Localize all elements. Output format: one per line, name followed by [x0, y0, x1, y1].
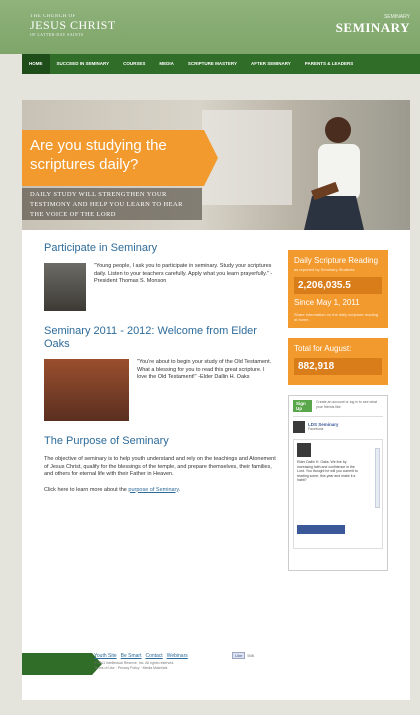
august-title: Total for August: — [294, 344, 352, 353]
brand-small: SEMINARY — [383, 14, 410, 20]
like-count: 506 — [247, 653, 255, 658]
facebook-post-image[interactable] — [297, 525, 345, 534]
sidebar: Daily Scripture Reading as reported by S… — [288, 250, 388, 571]
footer-legal-links[interactable]: Terms of Use · Privacy Policy · Media Ma… — [94, 666, 174, 671]
church-logo[interactable]: THE CHURCH OF JESUS CHRIST OF LATTER-DAY… — [30, 14, 116, 37]
logo-line2: JESUS CHRIST — [30, 18, 116, 32]
page-content: Are you studying the scriptures daily? D… — [22, 100, 410, 700]
site-footer: Youth Site Be Smart Contact Webinars Lik… — [22, 645, 410, 690]
logo-line3: OF LATTER-DAY SAINTS — [30, 32, 84, 37]
footer-link-youth-site[interactable]: Youth Site — [94, 653, 117, 659]
scripture-since: Since May 1, 2011 — [294, 298, 360, 307]
facebook-signup-row: Sign Up Create an account or log in to s… — [293, 400, 383, 412]
footer-link-contact[interactable]: Contact — [145, 653, 162, 659]
facebook-post-avatar — [297, 443, 311, 457]
nav-scripture-mastery[interactable]: SCRIPTURE MASTERY — [181, 54, 244, 74]
scripture-count: 2,206,035.5 — [294, 277, 382, 294]
logo-line1: THE CHURCH OF — [30, 14, 76, 19]
monson-quote: "Young people, I ask you to participate … — [94, 263, 273, 284]
footer-like: Like 506 — [232, 652, 254, 659]
hero-title: Are you studying the scriptures daily? — [30, 137, 167, 173]
facebook-scrollbar[interactable] — [375, 448, 380, 508]
facebook-widget: Sign Up Create an account or log in to s… — [288, 395, 388, 571]
facebook-post: Elder Dallin H. Oaks: We live by increas… — [293, 439, 383, 549]
purpose-click-suffix: . — [178, 486, 181, 493]
facebook-signup-button[interactable]: Sign Up — [293, 400, 313, 412]
scripture-reading-box: Daily Scripture Reading as reported by S… — [288, 250, 388, 328]
purpose-click-prefix: Click here to learn more about the — [44, 486, 129, 493]
seminary-brand[interactable]: SEMINARY SEMINARY — [336, 14, 410, 36]
nav-courses[interactable]: COURSES — [116, 54, 152, 74]
footer-legal: © 2011 Intellectual Reserve, Inc. All ri… — [94, 661, 174, 671]
footer-link-be-smart[interactable]: Be Smart — [121, 653, 142, 659]
nav-parents-leaders[interactable]: PARENTS & LEADERS — [298, 54, 360, 74]
footer-green-ribbon — [22, 653, 102, 675]
purpose-click-text: Click here to learn more about the purpo… — [44, 487, 276, 495]
oaks-video-thumbnail[interactable] — [44, 359, 129, 421]
section-participate-title[interactable]: Participate in Seminary — [44, 242, 276, 255]
site-header: THE CHURCH OF JESUS CHRIST OF LATTER-DAY… — [0, 0, 420, 54]
main-column: Participate in Seminary "Young people, I… — [44, 242, 276, 502]
welcome-row: "You're about to begin your study of the… — [44, 359, 276, 421]
nav-home[interactable]: HOME — [22, 54, 50, 74]
scripture-note[interactable]: Share information on the daily scripture… — [294, 312, 382, 322]
hero-banner-image: Are you studying the scriptures daily? D… — [22, 100, 410, 230]
footer-link-webinars[interactable]: Webinars — [167, 653, 188, 659]
facebook-page-sub: Facebook — [308, 427, 324, 432]
hero-callout: Are you studying the scriptures daily? — [22, 130, 218, 186]
scripture-small: as reported by Seminary Students — [294, 267, 355, 272]
oaks-quote: "You're about to begin your study of the… — [137, 359, 272, 380]
nav-succeed[interactable]: SUCCEED IN SEMINARY — [50, 54, 117, 74]
august-total-box: Total for August: 882,918 — [288, 338, 388, 385]
brand-large: SEMINARY — [335, 20, 410, 35]
like-button[interactable]: Like — [232, 652, 246, 659]
hero-person-reading — [304, 117, 364, 230]
hero-subtitle: DAILY STUDY WILL STRENGTHEN YOUR TESTIMO… — [22, 188, 202, 220]
main-nav: HOME SUCCEED IN SEMINARY COURSES MEDIA S… — [22, 54, 420, 74]
facebook-page-row[interactable]: LDS Seminary Facebook — [293, 416, 383, 433]
participate-row: "Young people, I ask you to participate … — [44, 263, 276, 311]
section-welcome-title[interactable]: Seminary 2011 - 2012: Welcome from Elder… — [44, 325, 276, 351]
footer-links: Youth Site Be Smart Contact Webinars — [94, 653, 188, 659]
nav-media[interactable]: MEDIA — [152, 54, 181, 74]
purpose-paragraph: The objective of seminary is to help you… — [44, 456, 276, 477]
monson-photo — [44, 263, 86, 311]
facebook-page-avatar — [293, 421, 305, 433]
scripture-title: Daily Scripture Reading — [294, 256, 379, 265]
august-count: 882,918 — [294, 358, 382, 375]
facebook-signup-note: Create an account or log in to see what … — [316, 400, 377, 409]
nav-after-seminary[interactable]: AFTER SEMINARY — [244, 54, 298, 74]
purpose-link[interactable]: purpose of Seminary — [128, 487, 178, 493]
section-purpose-title[interactable]: The Purpose of Seminary — [44, 435, 276, 448]
facebook-post-text: Elder Dallin H. Oaks: We live by increas… — [297, 460, 358, 482]
